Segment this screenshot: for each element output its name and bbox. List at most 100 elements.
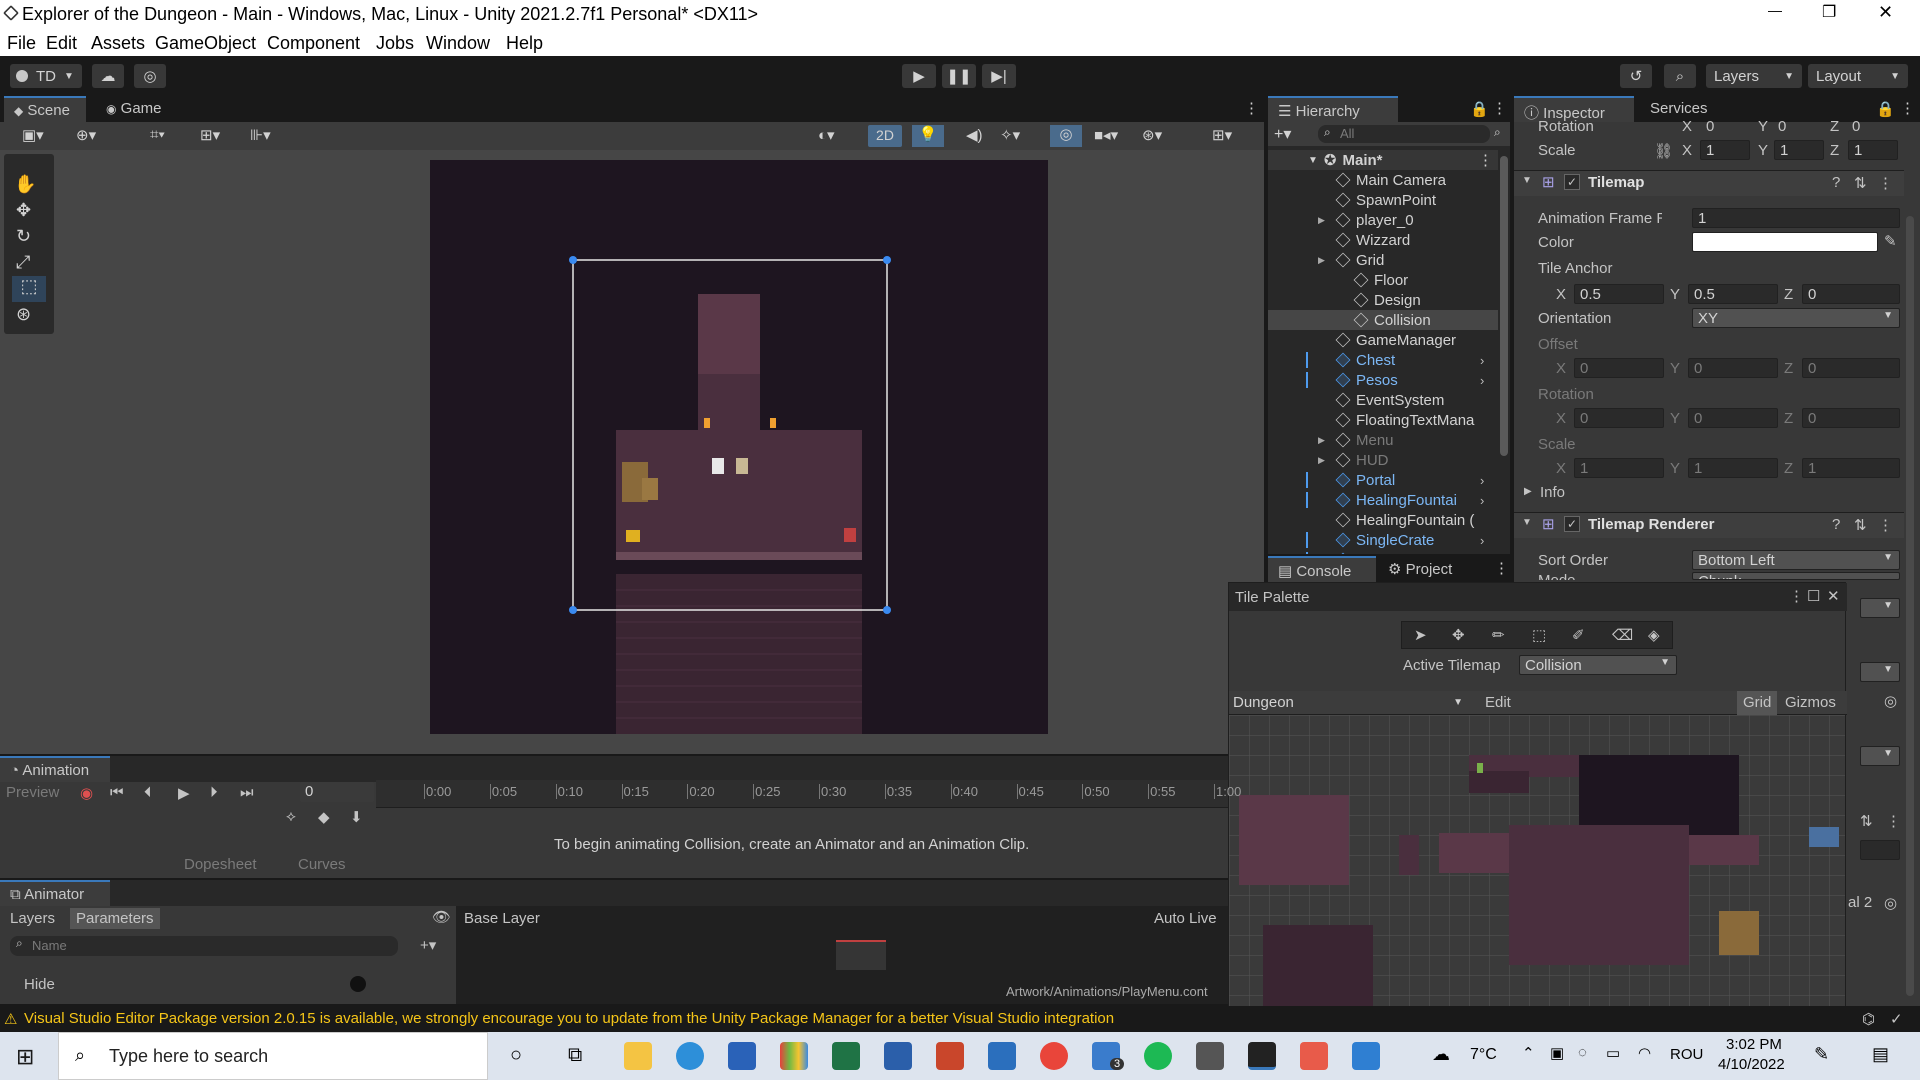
chevron-right-icon[interactable]: ›: [1480, 533, 1484, 548]
next-frame-button[interactable]: ⏵: [210, 784, 218, 801]
mail-icon[interactable]: [988, 1042, 1016, 1070]
move-tool-icon[interactable]: ✥: [16, 200, 31, 221]
more-menu-icon[interactable]: ⋮: [1878, 516, 1893, 534]
hierarchy-item[interactable]: Wizzard: [1268, 230, 1498, 250]
hierarchy-item[interactable]: HealingFountain (: [1268, 510, 1498, 530]
grid-toggle[interactable]: Grid: [1737, 691, 1778, 715]
help-icon[interactable]: ?: [1832, 174, 1840, 191]
eraser-icon[interactable]: ⌫: [1612, 626, 1633, 644]
history-button[interactable]: ↺: [1620, 64, 1652, 88]
record-button[interactable]: ◉: [80, 784, 93, 802]
menu-window[interactable]: Window: [426, 33, 490, 54]
more-menu-icon[interactable]: ⋮: [1900, 99, 1915, 117]
scale-z-field[interactable]: 1: [1848, 140, 1898, 160]
app-icon[interactable]: [780, 1042, 808, 1070]
chevron-right-icon[interactable]: ›: [1480, 473, 1484, 488]
add-event-icon[interactable]: ◆: [318, 808, 330, 826]
edge-icon[interactable]: [676, 1042, 704, 1070]
excel-icon[interactable]: [832, 1042, 860, 1070]
anchor-z-field[interactable]: 0: [1802, 284, 1900, 304]
unity-hub-icon[interactable]: [1196, 1042, 1224, 1070]
search-button[interactable]: ⌕: [1664, 64, 1696, 88]
rect-tool-icon[interactable]: ⬚: [12, 276, 46, 302]
chevron-right-icon[interactable]: ▶: [1318, 455, 1325, 466]
dopesheet-tab[interactable]: Dopesheet: [184, 856, 257, 873]
rotate-tool-icon[interactable]: ↻: [16, 226, 31, 247]
weather-icon[interactable]: ☁: [1432, 1044, 1450, 1065]
maximize-icon[interactable]: ☐: [1807, 587, 1820, 605]
rotation-x-value[interactable]: 0: [1706, 118, 1714, 135]
auto-live-toggle[interactable]: Auto Live: [1154, 910, 1217, 927]
weather-temp[interactable]: 7°C: [1470, 1046, 1497, 1064]
more-menu-icon[interactable]: ⋮: [1886, 812, 1901, 830]
chevron-right-icon[interactable]: ›: [1480, 353, 1484, 368]
hierarchy-item[interactable]: Chest ›: [1268, 350, 1498, 370]
filter-icon[interactable]: ⌕: [1494, 125, 1501, 140]
sort-order-dropdown[interactable]: Bottom Left ▼: [1692, 550, 1900, 570]
timeline-ruler[interactable]: 0:00 0:05 0:10 0:15 0:20 0:25 0:30 0:35 0:40 0:45…: [376, 780, 1241, 808]
close-button[interactable]: ✕: [1878, 2, 1893, 23]
windows-start-icon[interactable]: ⊞: [16, 1044, 34, 1070]
preview-toggle[interactable]: Preview: [6, 784, 59, 801]
clock-date[interactable]: 4/10/2022: [1718, 1056, 1785, 1073]
unity-icon[interactable]: [1248, 1042, 1276, 1070]
scene-root[interactable]: ▼ ✪ Main* ⋮: [1268, 150, 1498, 170]
more-menu-icon[interactable]: ⋮: [1244, 99, 1259, 117]
base-layer-breadcrumb[interactable]: Base Layer: [464, 910, 540, 927]
active-tilemap-dropdown[interactable]: Collision ▼: [1519, 655, 1677, 675]
hierarchy-item[interactable]: GameManager: [1268, 330, 1498, 350]
hierarchy-item[interactable]: FloatingTextMana: [1268, 410, 1498, 430]
paint-brush-icon[interactable]: ✏: [1492, 626, 1505, 644]
word-icon[interactable]: [884, 1042, 912, 1070]
hierarchy-item[interactable]: Design: [1268, 290, 1498, 310]
tray-icon[interactable]: ◌: [1578, 1044, 1587, 1061]
tab-hierarchy[interactable]: ☰ Hierarchy: [1268, 96, 1398, 122]
target-icon[interactable]: ◎: [1884, 894, 1897, 912]
palette-dropdown[interactable]: Dungeon ▼: [1229, 691, 1469, 715]
hidden-dropdown[interactable]: ▼: [1860, 662, 1900, 682]
anchor-x-field[interactable]: 0.5: [1574, 284, 1664, 304]
gizmos-dropdown-icon[interactable]: ⊞▾: [1212, 126, 1232, 144]
layers-dropdown[interactable]: Layers ▼: [1706, 64, 1802, 88]
anchor-y-field[interactable]: 0.5: [1688, 284, 1778, 304]
hierarchy-item[interactable]: ▶ player_0: [1268, 210, 1498, 230]
tray-icon[interactable]: ▣: [1550, 1044, 1564, 1062]
hierarchy-item[interactable]: SingleCrate ›: [1268, 530, 1498, 550]
parameter-trigger[interactable]: [350, 976, 366, 992]
cloud-button[interactable]: ☁: [92, 64, 124, 88]
tilemap-component-header[interactable]: ▼ ⊞ ✓ Tilemap ? ⇅ ⋮: [1514, 170, 1904, 196]
grid-snap-icon[interactable]: ⊞▾: [200, 126, 220, 144]
orientation-dropdown[interactable]: XY ▼: [1692, 308, 1900, 328]
notifications-icon[interactable]: ▤: [1872, 1044, 1889, 1065]
hidden-field[interactable]: [1860, 840, 1900, 860]
preset-icon[interactable]: ⇅: [1854, 174, 1867, 192]
hierarchy-item[interactable]: Portal ›: [1268, 470, 1498, 490]
menu-gameobject[interactable]: GameObject: [155, 33, 256, 54]
hierarchy-item[interactable]: Floor: [1268, 270, 1498, 290]
tile-palette-grid[interactable]: [1229, 715, 1845, 1033]
hand-tool-icon[interactable]: ✋: [14, 174, 36, 195]
battery-icon[interactable]: ▭: [1606, 1044, 1620, 1062]
hierarchy-search[interactable]: ⌕ All: [1318, 125, 1490, 143]
status-warning[interactable]: Visual Studio Editor Package version 2.0…: [24, 1010, 1114, 1027]
gizmo-icon[interactable]: ⊛▾: [1142, 126, 1162, 144]
restore-button[interactable]: ❐: [1822, 2, 1836, 22]
collab-button[interactable]: ◎: [134, 64, 166, 88]
effects-icon[interactable]: ✧▾: [1000, 126, 1020, 144]
hidden-dropdown[interactable]: ▼: [1860, 746, 1900, 766]
prev-frame-button[interactable]: ⏴: [144, 784, 152, 801]
tab-scene[interactable]: ◆ Scene: [4, 96, 86, 122]
powerpoint-icon[interactable]: [936, 1042, 964, 1070]
tab-animator[interactable]: ⧉ Animator: [0, 880, 110, 906]
snap-icon[interactable]: ⌗▾: [150, 126, 165, 143]
taskbar-search[interactable]: ⌕ Type here to search: [58, 1032, 488, 1080]
eyedropper-icon[interactable]: ✎: [1884, 232, 1897, 250]
preset-icon[interactable]: ⇅: [1860, 812, 1873, 830]
more-menu-icon[interactable]: ⋮: [1878, 174, 1893, 192]
chevron-right-icon[interactable]: ▶: [1524, 486, 1532, 497]
add-keyframe-icon[interactable]: ⟡: [286, 808, 296, 825]
scale-x-field[interactable]: 1: [1700, 140, 1750, 160]
photos-icon[interactable]: [1352, 1042, 1380, 1070]
select-tool-icon[interactable]: ➤: [1414, 626, 1427, 644]
fill-bucket-icon[interactable]: ◈: [1648, 626, 1660, 644]
